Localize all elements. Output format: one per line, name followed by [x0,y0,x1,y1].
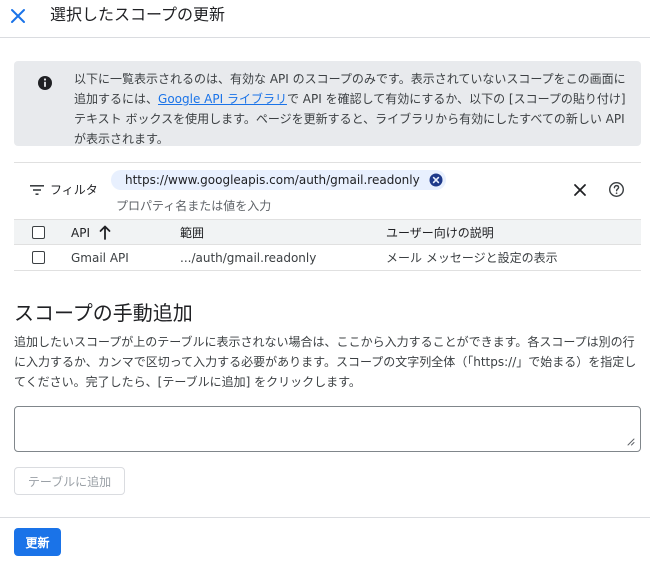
manual-scope-description: 追加したいスコープが上のテーブルに表示されない場合は、ここから入力することができ… [14,335,637,389]
sort-ascending-icon[interactable] [98,224,112,240]
footer-divider [0,517,650,518]
scopes-table: API 範囲 ユーザー向けの説明 Gmail API .../auth/gmai… [14,219,641,271]
table-row: Gmail API .../auth/gmail.readonly メール メッ… [14,245,641,271]
row-description: メール メッセージと設定の表示 [386,251,558,265]
close-icon [11,9,25,23]
row-scope: .../auth/gmail.readonly [180,251,317,265]
filter-chip-text: https://www.googleapis.com/auth/gmail.re… [125,173,420,187]
filter-input[interactable] [116,197,536,215]
resize-grip-icon[interactable] [625,436,635,446]
scope-textarea[interactable] [14,406,641,452]
google-api-library-link[interactable]: Google API ライブラリ [158,92,287,106]
table-header: API 範囲 ユーザー向けの説明 [14,219,641,245]
chip-remove-icon[interactable] [429,173,443,187]
info-banner: 以下に一覧表示されるのは、有効な API のスコープのみです。表示されていないス… [14,61,641,146]
filter-chip[interactable]: https://www.googleapis.com/auth/gmail.re… [111,170,446,190]
column-scope: 範囲 [180,226,205,240]
info-text: 以下に一覧表示されるのは、有効な API のスコープのみです。表示されていないス… [74,69,629,149]
filter-bar: フィルタ https://www.googleapis.com/auth/gma… [14,163,641,219]
row-api: Gmail API [71,251,129,265]
manual-scope-title: スコープの手動追加 [14,301,193,325]
column-description: ユーザー向けの説明 [386,226,494,240]
filter-label: フィルタ [50,183,98,197]
dialog-title: 選択したスコープの更新 [50,5,226,24]
add-to-table-button[interactable]: テーブルに追加 [14,467,125,495]
help-icon[interactable] [608,181,625,198]
info-icon [38,76,52,90]
update-button[interactable]: 更新 [14,528,61,556]
clear-filter-icon[interactable] [573,183,587,197]
column-api[interactable]: API [71,225,90,241]
filter-button[interactable]: フィルタ [30,181,98,198]
dialog-header: 選択したスコープの更新 [0,0,650,38]
filter-icon [30,184,44,195]
row-checkbox[interactable] [32,251,45,264]
select-all-checkbox[interactable] [32,226,45,239]
close-button[interactable] [6,4,30,28]
